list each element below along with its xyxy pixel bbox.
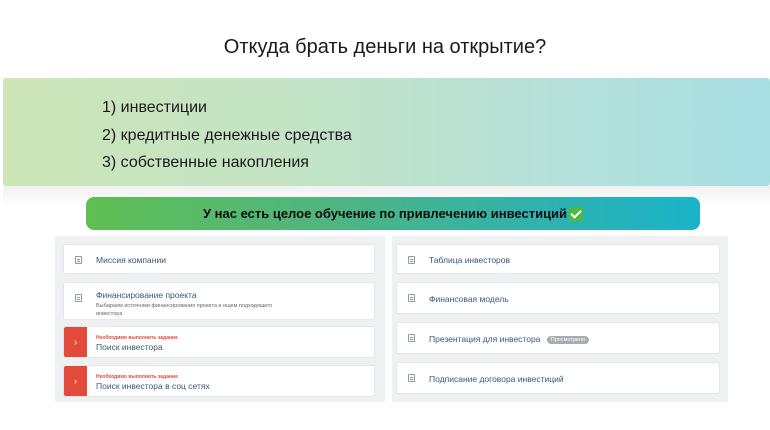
lesson-item-financing[interactable]: Финансирование проекта Выбираем источник… — [63, 282, 375, 320]
viewed-badge: Просмотрено — [546, 336, 590, 344]
lesson-label: Финансовая модель — [429, 294, 509, 304]
lessons-column-right: Таблица инвесторов Финансовая модель Пре… — [392, 236, 728, 402]
funding-sources-panel: 1) инвестиции 2) кредитные денежные сред… — [3, 78, 770, 186]
lesson-label: Таблица инвесторов — [429, 255, 511, 265]
list-item: 2) кредитные денежные средства — [102, 126, 352, 144]
promo-text: У нас есть целое обучение по привлечению… — [202, 206, 568, 221]
chevron-right-icon[interactable]: › — [64, 327, 87, 357]
document-icon — [408, 374, 415, 382]
document-icon — [75, 294, 82, 302]
chevron-right-icon[interactable]: › — [64, 366, 87, 396]
lesson-label: Подписание договора инвестиций — [429, 374, 564, 384]
document-icon — [75, 256, 82, 264]
lesson-label: Поиск инвестора в соц сетях — [96, 381, 210, 391]
lesson-label: Финансирование проекта — [96, 290, 197, 300]
lesson-description: Выбираем источники финансирования проект… — [96, 303, 273, 317]
lesson-item-investor-table[interactable]: Таблица инвесторов — [396, 244, 720, 274]
lesson-label: Презентация для инвестора — [429, 334, 541, 344]
lesson-item-investment-contract[interactable]: Подписание договора инвестиций — [396, 362, 720, 394]
lesson-item-financial-model[interactable]: Финансовая модель — [396, 282, 720, 314]
list-item: 1) инвестиции — [102, 99, 207, 116]
lesson-item-investor-search[interactable]: › Необходимо выполнить задание Поиск инв… — [63, 326, 375, 358]
check-mark-icon — [569, 206, 584, 221]
lesson-label: Миссия компании — [96, 255, 166, 265]
funding-sources-list: 1) инвестиции 2) кредитные денежные сред… — [102, 94, 352, 177]
document-icon — [408, 334, 415, 342]
lesson-item-social-search[interactable]: › Необходимо выполнить задание Поиск инв… — [63, 365, 375, 397]
lessons-column-left: Миссия компании Финансирование проекта В… — [55, 236, 385, 402]
lesson-item-investor-presentation[interactable]: Презентация для инвестора Просмотрено — [396, 322, 720, 354]
document-icon — [408, 256, 415, 264]
page-title: Откуда брать деньги на открытие? — [223, 36, 547, 58]
task-warning: Необходимо выполнить задание — [96, 374, 178, 380]
list-item: 3) собственные накопления — [102, 154, 309, 171]
document-icon — [408, 294, 415, 302]
lesson-label: Поиск инвестора — [96, 342, 163, 352]
task-warning: Необходимо выполнить задание — [96, 335, 178, 341]
promo-banner: У нас есть целое обучение по привлечению… — [86, 197, 700, 230]
lesson-item-mission[interactable]: Миссия компании — [63, 244, 375, 274]
lesson-label-wrap: Презентация для инвестора Просмотрено — [429, 334, 590, 344]
